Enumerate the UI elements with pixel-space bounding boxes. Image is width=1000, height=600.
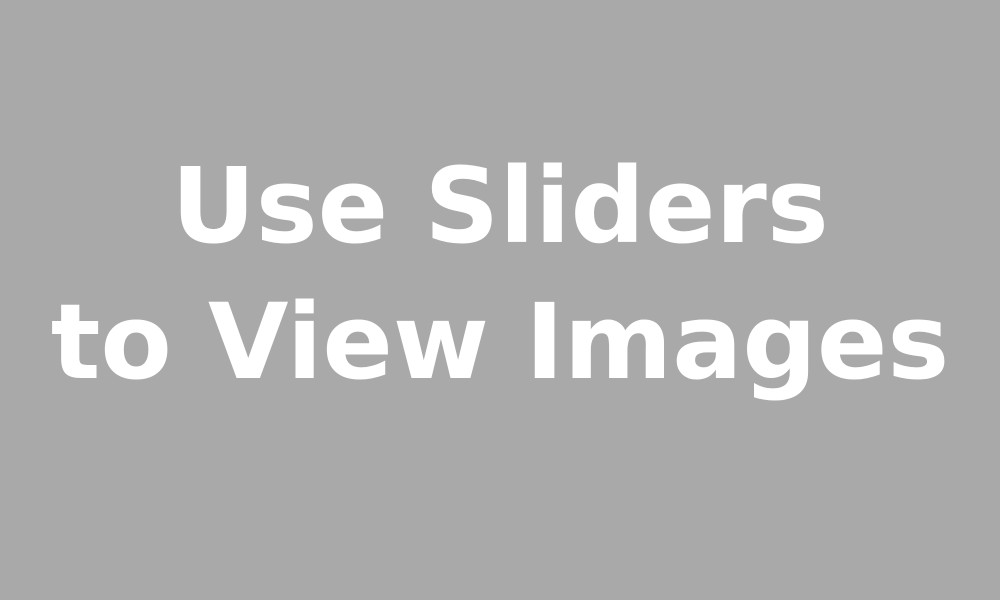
placeholder-message: Use Sliders to View Images <box>0 138 1000 410</box>
message-line-1: Use Sliders <box>171 145 829 267</box>
message-line-2: to View Images <box>50 281 950 403</box>
image-placeholder: Use Sliders to View Images <box>0 0 1000 600</box>
